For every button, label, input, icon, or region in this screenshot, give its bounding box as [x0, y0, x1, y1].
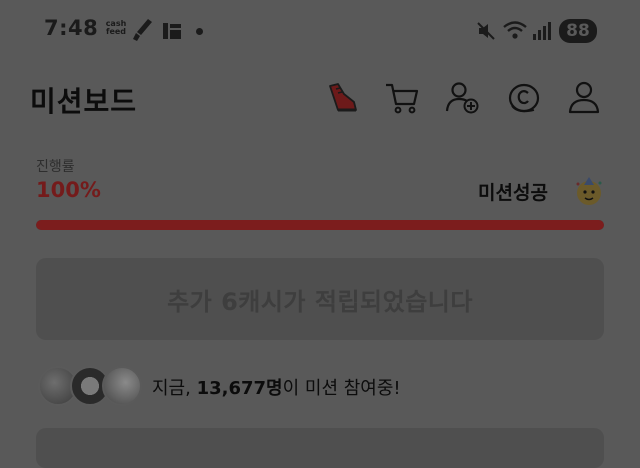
participant-avatars — [38, 366, 142, 406]
mission-success-text: 미션성공 — [478, 182, 548, 204]
participant-count-text: 지금, 13,677명이 미션 참여중! — [152, 374, 401, 400]
cashfeed-line2: feed — [105, 27, 127, 36]
shoe-icon[interactable] — [324, 80, 360, 116]
mission-card[interactable] — [36, 428, 604, 468]
status-time: 7:48 — [44, 16, 99, 40]
wifi-icon — [503, 21, 527, 39]
progress-percent: 100% — [36, 178, 101, 202]
profile-icon[interactable] — [566, 80, 602, 116]
progress-label: 진행률 — [36, 159, 75, 175]
cashfeed-icon: cash feed — [104, 20, 128, 38]
progress-bar-fill — [36, 220, 604, 230]
cart-icon[interactable] — [384, 80, 420, 116]
news-icon — [163, 23, 181, 39]
battery-icon: 88 — [559, 19, 597, 43]
add-friend-icon[interactable] — [444, 80, 480, 116]
party-face-icon — [576, 177, 602, 205]
coin-icon[interactable] — [506, 80, 542, 116]
reward-message: 추가 6캐시가 적립되었습니다 — [167, 288, 473, 316]
reward-banner[interactable]: 추가 6캐시가 적립되었습니다 — [36, 258, 604, 340]
signal-icon — [533, 22, 551, 40]
progress-bar — [36, 220, 604, 230]
mute-icon — [477, 22, 495, 40]
status-bar: 7:48 cash feed 88 — [0, 0, 640, 64]
notification-dot — [196, 28, 203, 35]
participants-prefix: 지금, — [152, 378, 197, 399]
participants-suffix: 이 미션 참여중! — [282, 378, 401, 399]
avatar — [102, 366, 142, 406]
brush-icon — [133, 19, 152, 41]
page-title: 미션보드 — [30, 85, 138, 118]
participant-count: 13,677명 — [196, 378, 283, 399]
